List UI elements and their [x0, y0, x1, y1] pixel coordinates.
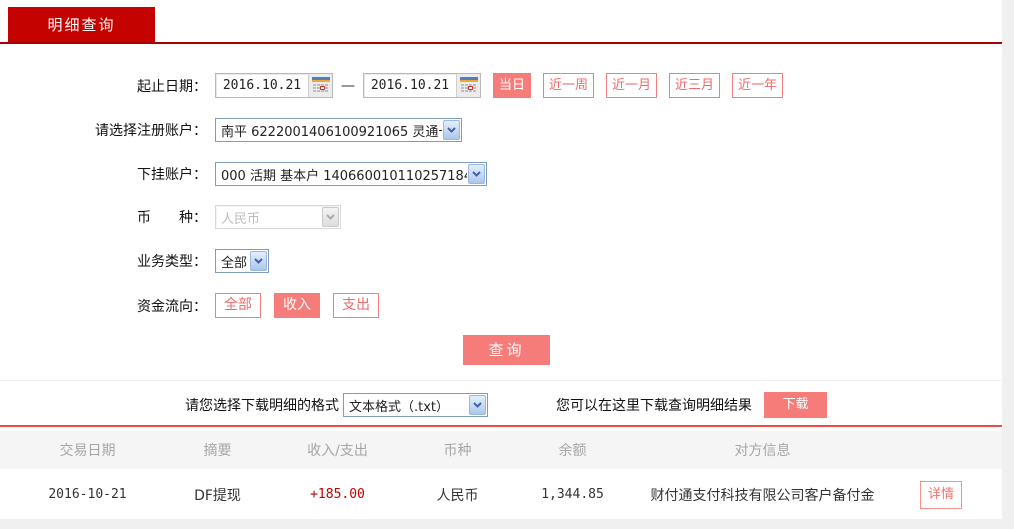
currency-select-disabled: 人民币: [215, 205, 341, 229]
quick-range-month-button[interactable]: 近一月: [606, 73, 658, 98]
header-balance: 余额: [558, 443, 587, 459]
download-section-divider: [0, 380, 1002, 381]
query-button[interactable]: 查询: [463, 335, 550, 365]
detail-button[interactable]: 详情: [920, 480, 962, 509]
quick-range-quarter-button[interactable]: 近三月: [669, 73, 721, 98]
sub-account-value: 000 活期 基本户 1406600101102571848: [221, 168, 467, 184]
cell-action: 详情: [880, 480, 1002, 509]
date-range-row: 起止日期： 2016.10.21 — 2016.10.21 当日 近一周 近一月…: [0, 73, 784, 98]
date-range-label: 起止日期：: [137, 78, 207, 95]
register-account-label: 请选择注册账户：: [95, 123, 207, 139]
end-date-value: 2016.10.21: [370, 78, 450, 93]
chevron-down-icon: [322, 207, 339, 227]
table-top-line: [0, 425, 1002, 427]
detail-query-page: 明细查询 起止日期： 2016.10.21 — 2016.10.21 当日 近一…: [0, 0, 1014, 529]
table-row: 2016-10-21 DF提现 +185.00 人民币 1,344.85 财付通…: [0, 470, 1002, 519]
cell-balance: 1,344.85: [541, 487, 604, 502]
cell-trade-date: 2016-10-21: [48, 487, 127, 502]
calendar-icon[interactable]: [456, 74, 480, 97]
quick-range-week-button[interactable]: 近一周: [543, 73, 595, 98]
calendar-icon[interactable]: [308, 74, 332, 97]
fund-flow-label: 资金流向：: [137, 298, 207, 315]
table-header-row: 交易日期 摘要 收入/支出 币种 余额 对方信息: [0, 431, 1002, 469]
currency-row: 币 种： 人民币: [0, 205, 341, 229]
header-trade-date: 交易日期: [59, 443, 116, 459]
download-format-label: 请您选择下载明细的格式: [185, 398, 339, 414]
download-button[interactable]: 下载: [764, 392, 827, 418]
register-account-select[interactable]: 南平 6222001406100921065 灵通卡: [215, 118, 462, 142]
business-type-label: 业务类型：: [137, 254, 207, 270]
sub-account-select[interactable]: 000 活期 基本户 1406600101102571848: [215, 162, 487, 186]
header-counterparty: 对方信息: [734, 443, 791, 459]
download-format-value: 文本格式（.txt）: [349, 399, 450, 415]
register-account-row: 请选择注册账户： 南平 6222001406100921065 灵通卡: [0, 118, 462, 142]
cell-counterparty: 财付通支付科技有限公司客户备付金: [650, 487, 875, 504]
quick-range-year-button[interactable]: 近一年: [732, 73, 784, 98]
business-type-row: 业务类型： 全部: [0, 249, 269, 273]
chevron-down-icon: [443, 120, 460, 140]
fund-flow-income-button[interactable]: 收入: [274, 293, 320, 318]
end-date-input[interactable]: 2016.10.21: [363, 73, 481, 98]
business-type-value: 全部: [221, 255, 248, 271]
sub-account-label: 下挂账户：: [137, 167, 207, 183]
quick-range-today-button[interactable]: 当日: [493, 73, 532, 98]
header-summary: 摘要: [203, 443, 232, 459]
download-row: 请您选择下载明细的格式 文本格式（.txt） 您可以在这里下载查询明细结果 下载: [185, 392, 827, 418]
sub-account-row: 下挂账户： 000 活期 基本户 1406600101102571848: [0, 162, 487, 186]
cell-amount: +185.00: [310, 487, 365, 502]
currency-value: 人民币: [221, 211, 261, 227]
cell-summary: DF提现: [194, 487, 241, 504]
currency-label: 币 种：: [137, 210, 207, 226]
tab-detail-query[interactable]: 明细查询: [8, 7, 155, 43]
header-currency: 币种: [443, 443, 472, 459]
fund-flow-expense-button[interactable]: 支出: [333, 293, 379, 318]
date-range-separator: —: [341, 77, 355, 94]
start-date-value: 2016.10.21: [222, 78, 302, 93]
start-date-input[interactable]: 2016.10.21: [215, 73, 333, 98]
chevron-down-icon: [250, 251, 267, 271]
download-format-select[interactable]: 文本格式（.txt）: [343, 393, 488, 417]
tab-underline: [0, 42, 1002, 44]
download-hint-text: 您可以在这里下载查询明细结果: [556, 398, 752, 414]
register-account-value: 南平 6222001406100921065 灵通卡: [221, 124, 442, 140]
fund-flow-row: 资金流向： 全部 收入 支出: [0, 293, 379, 318]
cell-currency: 人民币: [436, 487, 479, 504]
fund-flow-all-button[interactable]: 全部: [215, 293, 261, 318]
header-income-expense: 收入/支出: [307, 443, 368, 459]
chevron-down-icon: [468, 164, 485, 184]
business-type-select[interactable]: 全部: [215, 249, 269, 273]
chevron-down-icon: [469, 395, 486, 415]
